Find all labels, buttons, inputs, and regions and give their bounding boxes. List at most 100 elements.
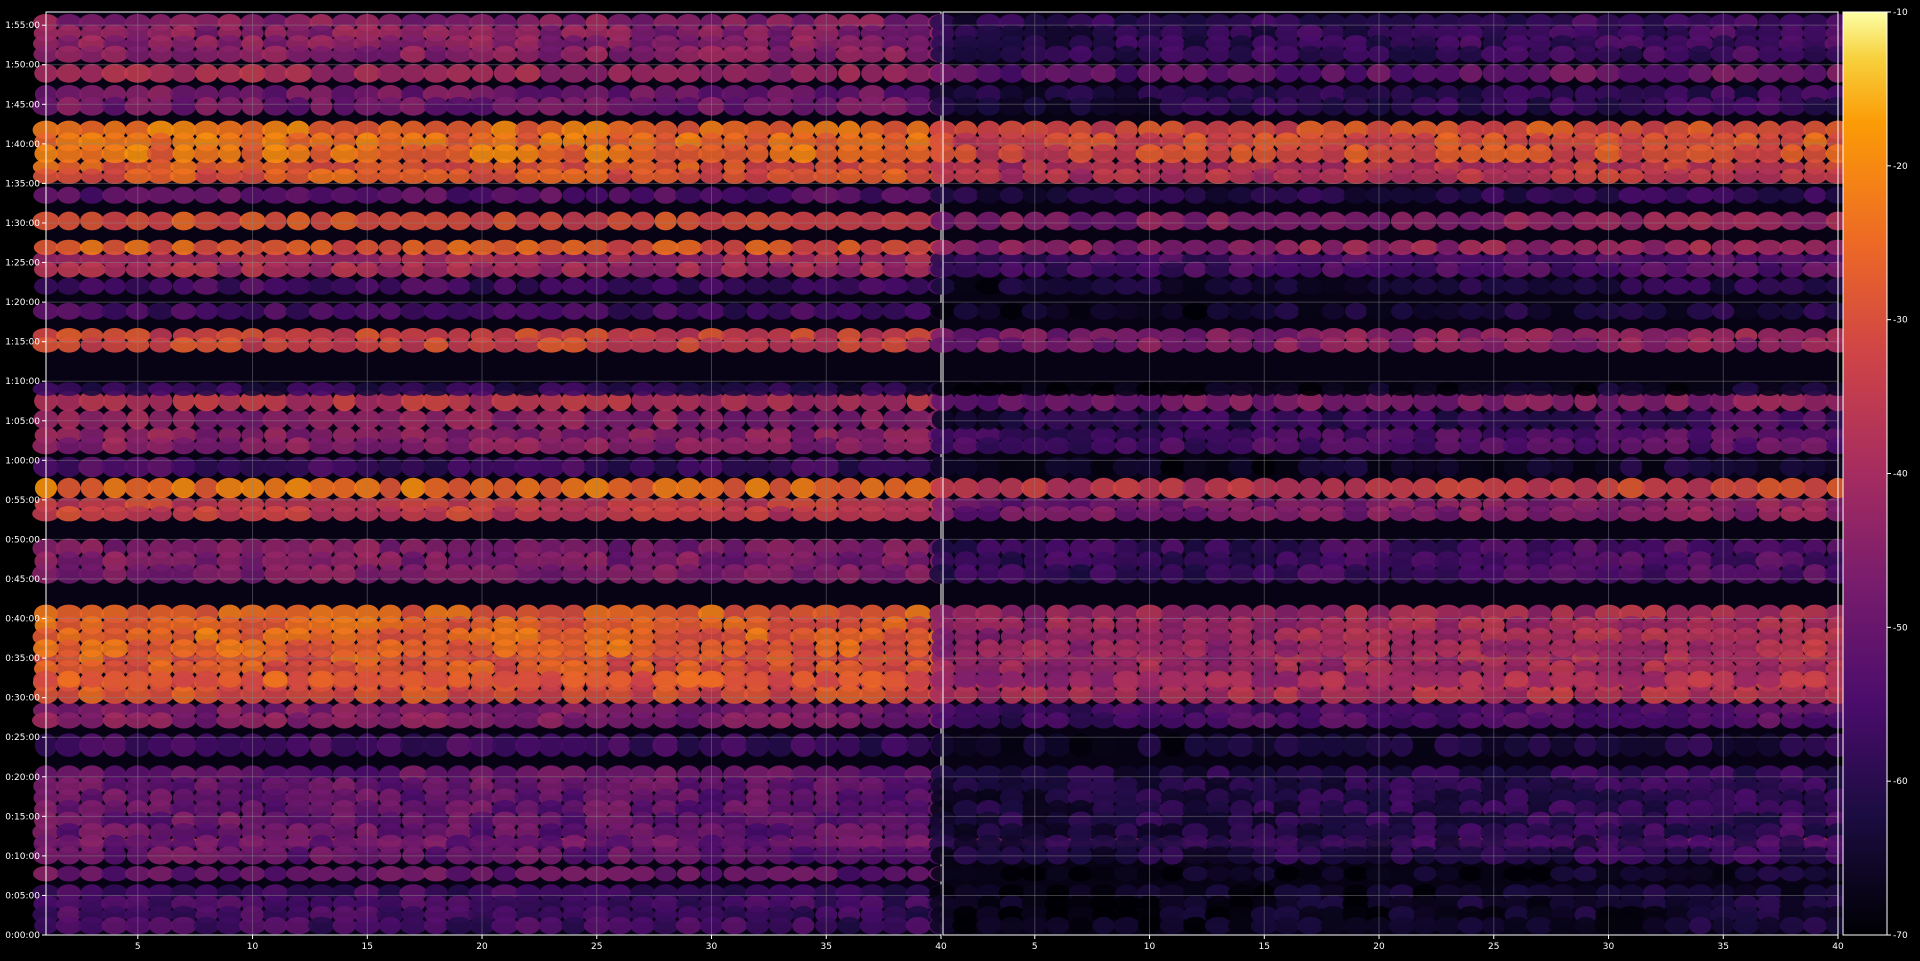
heatmap-cell xyxy=(1503,337,1530,353)
heatmap-cell xyxy=(1663,712,1692,729)
heatmap-cell xyxy=(423,239,449,256)
heatmap-cell xyxy=(723,409,746,430)
y-tick-label: 0:50:00 xyxy=(5,535,40,545)
heatmap-cell xyxy=(423,437,449,455)
heatmap-cell xyxy=(1321,382,1345,396)
heatmap-cell xyxy=(1160,168,1185,184)
heatmap-cell xyxy=(1183,916,1208,935)
heatmap-cell xyxy=(744,506,771,522)
heatmap-cell xyxy=(539,670,563,688)
heatmap-cell xyxy=(954,382,978,396)
heatmap-cell xyxy=(1114,45,1139,63)
heatmap-cell xyxy=(103,261,126,278)
heatmap-cell xyxy=(1801,670,1829,688)
heatmap-cell xyxy=(1549,916,1577,935)
heatmap-cell xyxy=(837,916,862,935)
heatmap-cell xyxy=(1112,712,1141,729)
heatmap-cell xyxy=(836,302,862,320)
heatmap-cell xyxy=(1411,712,1439,729)
heatmap-cell xyxy=(723,96,746,116)
heatmap-cell xyxy=(768,506,793,522)
heatmap-cell xyxy=(284,506,313,522)
heatmap-cell xyxy=(1046,916,1070,935)
heatmap-cell xyxy=(976,211,1002,231)
heatmap-cell xyxy=(676,63,701,83)
heatmap-cell xyxy=(1045,685,1070,704)
heatmap-cell xyxy=(631,168,655,184)
heatmap-cell xyxy=(975,437,1003,455)
heatmap-cell xyxy=(57,211,80,231)
heatmap-cell xyxy=(539,63,563,83)
heatmap-cell xyxy=(261,45,290,63)
heatmap-cell xyxy=(1435,409,1461,430)
heatmap-cell xyxy=(1068,302,1093,320)
heatmap-cell xyxy=(1687,337,1713,353)
x-tick-label-left-40: 40 xyxy=(935,942,947,952)
heatmap-cell xyxy=(1229,670,1254,688)
heatmap-cell xyxy=(838,639,861,658)
heatmap-cell xyxy=(1388,382,1416,396)
heatmap-cell xyxy=(1273,564,1302,584)
heatmap-cell xyxy=(1113,866,1140,882)
heatmap-cell xyxy=(1274,45,1301,63)
heatmap-cell xyxy=(560,437,587,455)
heatmap-cell xyxy=(767,277,793,295)
heatmap-cell xyxy=(954,409,978,430)
heatmap-cell xyxy=(376,866,405,882)
heatmap-cell xyxy=(999,506,1024,522)
heatmap-cell xyxy=(171,685,196,704)
heatmap-cell xyxy=(1457,685,1485,704)
heatmap-cell xyxy=(1274,63,1300,83)
heatmap-cell xyxy=(1319,337,1347,353)
heatmap-cell xyxy=(1526,382,1553,396)
heatmap-cell xyxy=(1274,382,1300,396)
heatmap-cell xyxy=(977,712,1001,729)
heatmap-cell xyxy=(1319,564,1347,584)
heatmap-cell xyxy=(515,63,541,83)
heatmap-cell xyxy=(835,261,863,278)
heatmap-cell xyxy=(80,670,104,688)
heatmap-cell xyxy=(790,437,816,455)
heatmap-cell xyxy=(1182,277,1209,295)
heatmap-cell xyxy=(79,506,105,522)
heatmap-cell xyxy=(1182,866,1209,882)
heatmap-cell xyxy=(1505,96,1529,116)
y-tick-label: 1:05:00 xyxy=(5,417,40,427)
heatmap-cell xyxy=(148,96,173,116)
heatmap-cell xyxy=(101,866,129,882)
heatmap-cell xyxy=(721,261,748,278)
heatmap-cell xyxy=(1274,639,1300,658)
heatmap-cell xyxy=(1664,168,1691,184)
heatmap-cell xyxy=(1778,409,1806,430)
heatmap-cell xyxy=(539,506,563,522)
heatmap-cell xyxy=(882,456,909,478)
heatmap-cell xyxy=(881,337,909,353)
heatmap-cell xyxy=(1344,382,1369,396)
heatmap-cell xyxy=(262,409,289,430)
heatmap-cell xyxy=(1046,168,1070,184)
heatmap-cell xyxy=(1664,670,1691,688)
heatmap-cell xyxy=(1664,186,1690,204)
heatmap-cell xyxy=(171,437,196,455)
heatmap-cell xyxy=(1206,144,1231,164)
heatmap-cell xyxy=(1757,261,1781,278)
heatmap-cell xyxy=(1640,261,1669,278)
heatmap-cell xyxy=(1320,437,1346,455)
heatmap-cell xyxy=(1000,712,1023,729)
heatmap-cell xyxy=(882,144,908,164)
heatmap-cell xyxy=(1458,712,1484,729)
heatmap-cell xyxy=(1319,639,1347,658)
heatmap-cell xyxy=(1550,302,1575,320)
heatmap-cell xyxy=(560,45,587,63)
heatmap-cell xyxy=(539,211,563,231)
heatmap-cell xyxy=(1344,477,1368,499)
heatmap-cell xyxy=(171,45,196,63)
heatmap-cell xyxy=(286,456,311,478)
heatmap-cell xyxy=(1413,409,1437,430)
heatmap-cell xyxy=(218,670,242,688)
heatmap-cell xyxy=(1161,506,1184,522)
heatmap-cell xyxy=(1620,437,1643,455)
heatmap-cell xyxy=(1548,186,1577,204)
heatmap-cell xyxy=(424,186,449,204)
heatmap-cell xyxy=(767,302,794,320)
